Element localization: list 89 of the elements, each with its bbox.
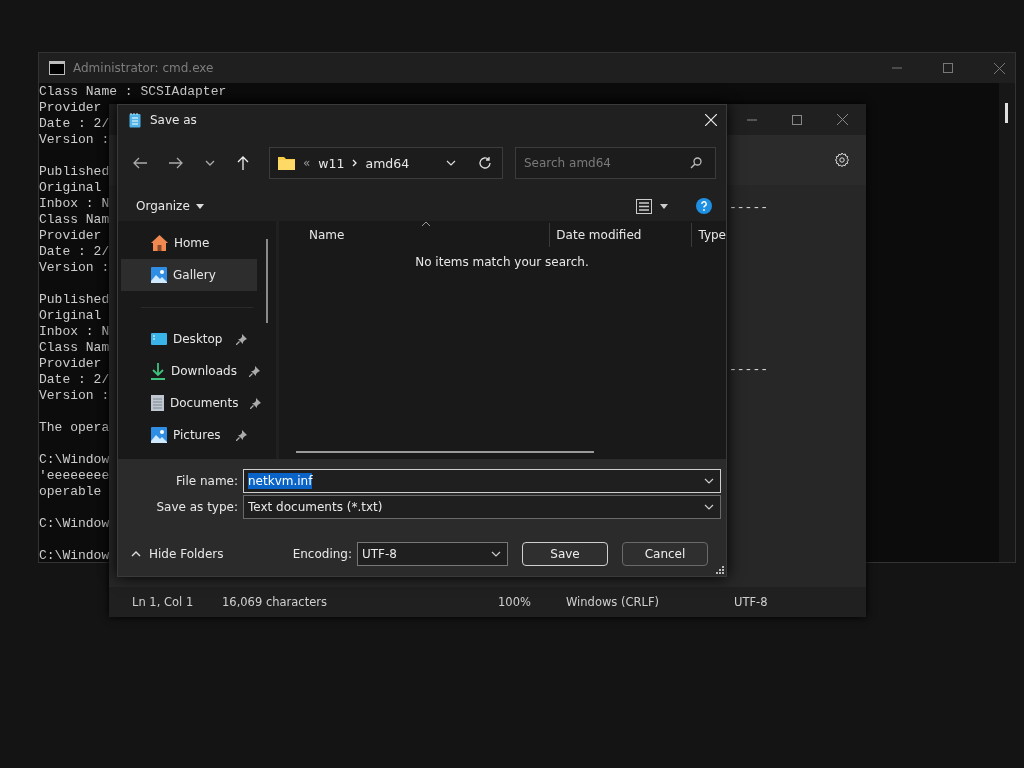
console-line: The opera (39, 420, 110, 436)
console-line: Class Name : SCSIAdapter (39, 84, 227, 100)
console-line: Published (39, 164, 110, 180)
nav-item[interactable]: Desktop (121, 323, 257, 355)
console-line: Provider (39, 356, 102, 372)
house-icon (151, 235, 168, 251)
status-text: Windows (CRLF) (566, 595, 659, 609)
download-icon (151, 362, 165, 380)
help-icon[interactable] (696, 198, 712, 214)
chevron-down-icon[interactable] (704, 478, 714, 484)
caret-icon[interactable] (660, 203, 668, 209)
chevron-down-icon[interactable] (205, 160, 215, 166)
console-line: Class Nam (39, 212, 110, 228)
document-icon (151, 395, 164, 411)
cancel-button[interactable]: Cancel (622, 542, 708, 566)
field-label: File name: (175, 474, 238, 488)
organize-button[interactable]: Organize (128, 195, 212, 217)
search-field[interactable]: Search amd64 (515, 147, 716, 179)
save-button[interactable]: Save (522, 542, 608, 566)
console-line: Date : 2/ (39, 116, 110, 132)
console-line: Version : (39, 260, 110, 276)
resize-grip-icon[interactable] (716, 566, 724, 574)
console-line: C:\Window (39, 548, 110, 564)
console-line: Class Nam (39, 340, 110, 356)
status-text: Ln 1, Col 1 (132, 595, 194, 609)
image-icon (151, 267, 167, 283)
notepad-icon (129, 112, 141, 128)
encoding-dropdown[interactable]: UTF-8 (357, 542, 508, 566)
console-line: Version : (39, 132, 110, 148)
breadcrumb-item[interactable]: amd64 (365, 155, 410, 171)
maximize-icon[interactable] (943, 63, 953, 73)
chevron-down-icon (491, 551, 501, 557)
field-label: Encoding: (292, 547, 352, 561)
caret-icon (195, 203, 204, 209)
column-header[interactable]: Type (698, 228, 726, 242)
search-icon (690, 157, 702, 169)
image-icon (151, 427, 167, 443)
console-line: C:\Window (39, 452, 110, 468)
status-text: UTF-8 (734, 595, 768, 609)
field-label: Save as type: (155, 500, 238, 514)
hide-folders-button[interactable]: Hide Folders (118, 543, 232, 565)
console-line: Provider (39, 100, 102, 116)
dialog-title: Save as (150, 113, 197, 127)
console-line: Provider (39, 228, 102, 244)
settings-icon[interactable] (834, 152, 850, 168)
forward-arrow-icon[interactable] (169, 157, 183, 169)
chevron-down-icon[interactable] (704, 504, 714, 510)
scrollbar-thumb[interactable] (266, 239, 268, 323)
breadcrumb-chevron-icon[interactable] (352, 159, 358, 167)
console-line: Date : 2/ (39, 244, 110, 260)
console-line: operable (39, 484, 102, 500)
nav-item[interactable]: Pictures (121, 419, 257, 451)
column-header[interactable]: Name (309, 228, 345, 242)
console-line: Inbox : N (39, 196, 110, 212)
folder-icon (278, 156, 295, 170)
console-icon (49, 61, 65, 75)
text-line: ----- (729, 362, 769, 378)
up-arrow-icon[interactable] (237, 156, 249, 170)
nav-item[interactable]: Downloads (121, 355, 257, 387)
sort-caret-icon (422, 221, 430, 226)
maximize-icon[interactable] (792, 114, 802, 125)
scrollbar-thumb[interactable] (296, 451, 594, 453)
console-line: Version : (39, 388, 110, 404)
desktop-icon (151, 332, 167, 346)
nav-item[interactable]: Home (121, 227, 257, 259)
nav-item[interactable]: Documents (121, 387, 257, 419)
text-line: ----- (729, 200, 769, 216)
breadcrumb-item[interactable]: w11 (318, 155, 345, 171)
view-list-icon[interactable] (636, 198, 652, 214)
empty-message: No items match your search. (414, 255, 590, 269)
back-arrow-icon[interactable] (133, 157, 147, 169)
status-text: 100% (498, 595, 531, 609)
address-bar[interactable]: « w11 amd64 (269, 147, 503, 179)
console-line: Date : 2/ (39, 372, 110, 388)
column-header[interactable]: Date modified (556, 228, 642, 242)
console-line: Original (39, 308, 102, 324)
console-line: Published (39, 292, 110, 308)
chevron-up-icon (131, 551, 141, 557)
refresh-icon[interactable] (478, 156, 492, 170)
file-type-dropdown[interactable]: Text documents (*.txt) (243, 495, 721, 519)
console-line: Inbox : N (39, 324, 110, 340)
window-title: Administrator: cmd.exe (73, 61, 214, 75)
console-line: Original (39, 180, 102, 196)
nav-item[interactable]: Gallery (121, 259, 257, 291)
overflow-chevrons[interactable]: « (303, 156, 311, 170)
status-text: 16,069 characters (222, 595, 327, 609)
console-line: 'eeeeeeee (39, 468, 110, 484)
console-line: C:\Window (39, 516, 110, 532)
scrollbar-thumb[interactable] (1005, 103, 1008, 123)
